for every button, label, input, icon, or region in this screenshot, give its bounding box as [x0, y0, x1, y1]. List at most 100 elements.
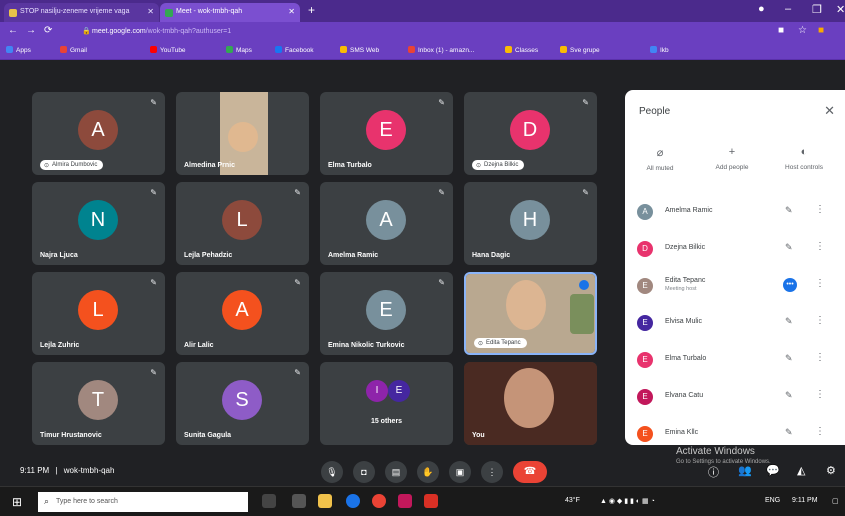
avatar: D: [637, 241, 653, 257]
bookmark[interactable]: Maps: [226, 46, 252, 54]
people-icon[interactable]: 👥: [738, 464, 752, 477]
participant-tile[interactable]: E ✎ Emina Nikolic Turkovic: [320, 272, 453, 355]
people-list-item[interactable]: D Dzejna Bilkic ✎ ⋮: [637, 235, 837, 271]
bookmark[interactable]: Classes: [505, 46, 538, 54]
mic-off-icon[interactable]: ✎: [785, 427, 793, 438]
back-icon[interactable]: ←: [8, 25, 18, 36]
participant-tile[interactable]: A ✎ Amelma Ramic: [320, 182, 453, 265]
people-list-item[interactable]: E Edita Tepanc Meeting host ••• ⋮: [637, 272, 837, 308]
end-call-button[interactable]: ☎: [513, 461, 547, 483]
close-tab-icon[interactable]: ✕: [147, 7, 154, 16]
participant-tile[interactable]: T ✎ Timur Hrustanovic: [32, 362, 165, 445]
captions-button[interactable]: ▤: [385, 461, 407, 483]
participant-name: Almedina Prnic: [184, 162, 235, 169]
new-tab-icon[interactable]: +: [308, 3, 315, 17]
bookmark[interactable]: Ikb: [650, 46, 669, 54]
bookmark[interactable]: Apps: [6, 46, 31, 54]
participant-tile[interactable]: L ✎ Lejla Pehadzic: [176, 182, 309, 265]
people-list-item[interactable]: E Elma Turbalo ✎ ⋮: [637, 346, 837, 382]
bookmark[interactable]: Facebook: [275, 46, 314, 54]
taskbar-clock[interactable]: 9:11 PM: [792, 497, 818, 504]
url-field[interactable]: 🔒 meet.google.com/wok-tmbh-qah?authuser=…: [78, 25, 738, 39]
self-video-tile[interactable]: You: [464, 362, 597, 445]
participant-name: Najra Ljuca: [40, 252, 78, 259]
participant-tile[interactable]: S ✎ Sunita Gagula: [176, 362, 309, 445]
camera-icon[interactable]: ■: [778, 25, 784, 36]
participant-tile[interactable]: N ✎ Najra Ljuca: [32, 182, 165, 265]
file-explorer-icon[interactable]: [318, 494, 332, 508]
more-options-icon[interactable]: ⋮: [815, 352, 825, 363]
bookmark[interactable]: YouTube: [150, 46, 186, 54]
people-list-item[interactable]: E Elvana Catu ✎ ⋮: [637, 383, 837, 419]
participant-tile-video-speaking[interactable]: ⊙ Edita Tepanc: [464, 272, 597, 355]
mic-off-icon: ⌀: [656, 147, 664, 159]
participant-tile[interactable]: H ✎ Hana Dagic: [464, 182, 597, 265]
more-options-button[interactable]: ⋮: [481, 461, 503, 483]
camera-button[interactable]: ◘: [353, 461, 375, 483]
more-options-icon[interactable]: ⋮: [815, 389, 825, 400]
mic-off-icon[interactable]: ✎: [785, 353, 793, 364]
chat-icon[interactable]: 💬: [766, 464, 780, 477]
app-icon[interactable]: [398, 494, 412, 508]
present-button[interactable]: ▣: [449, 461, 471, 483]
info-icon[interactable]: ⓘ: [708, 464, 719, 480]
add-people-button[interactable]: + Add people: [697, 146, 767, 171]
people-list-item[interactable]: E Emina Kllc ✎ ⋮: [637, 420, 837, 445]
bookmark[interactable]: Gmail: [60, 46, 87, 54]
more-options-icon[interactable]: ⋮: [815, 204, 825, 215]
close-icon[interactable]: ✕: [824, 103, 835, 119]
host-controls-button[interactable]: ◐ Host controls: [769, 146, 839, 171]
mic-off-icon: ✎: [438, 188, 445, 197]
bookmark[interactable]: Sve grupe: [560, 46, 600, 54]
maximize-icon[interactable]: ❐: [812, 3, 822, 16]
app-icon[interactable]: [424, 494, 438, 508]
people-list-item[interactable]: E Elvisa Mulic ✎ ⋮: [637, 309, 837, 345]
windows-start-icon[interactable]: ⊞: [12, 495, 22, 509]
system-tray-icons[interactable]: ▲ ◉ ◆ ▮ ▮ ◐ ▦ ◔: [600, 497, 655, 505]
lock-icon[interactable]: ⚙: [826, 464, 836, 477]
taskbar-search-input[interactable]: ⌕ Type here to search: [38, 492, 248, 512]
avatar: E: [637, 352, 653, 368]
activities-icon[interactable]: ◭: [797, 464, 805, 477]
edge-icon[interactable]: [346, 494, 360, 508]
mic-off-icon[interactable]: ✎: [785, 205, 793, 216]
extension-icon[interactable]: ■: [818, 25, 824, 36]
raise-hand-button[interactable]: ✋: [417, 461, 439, 483]
bookmark[interactable]: SMS Web: [340, 46, 379, 54]
notifications-icon[interactable]: ▢: [832, 497, 839, 505]
mic-off-icon[interactable]: ✎: [785, 316, 793, 327]
chrome-icon[interactable]: [372, 494, 386, 508]
participant-tile[interactable]: E ✎ Elma Turbalo: [320, 92, 453, 175]
more-options-icon[interactable]: ⋮: [815, 278, 825, 289]
cortana-icon[interactable]: [292, 494, 306, 508]
close-tab-icon[interactable]: ✕: [288, 7, 295, 16]
language-indicator[interactable]: ENG: [765, 497, 780, 504]
forward-icon[interactable]: →: [26, 25, 36, 36]
weather[interactable]: 43°F: [565, 497, 580, 504]
participant-tile[interactable]: D ✎ ⊙ Dzejna Bilkic: [464, 92, 597, 175]
profile-icon[interactable]: ●: [758, 3, 765, 15]
more-options-icon[interactable]: ⋮: [815, 241, 825, 252]
more-options-icon[interactable]: ⋮: [815, 426, 825, 437]
people-list-item[interactable]: A Amelma Ramic ✎ ⋮: [637, 198, 837, 234]
mic-off-icon[interactable]: ✎: [785, 390, 793, 401]
task-view-icon[interactable]: [262, 494, 276, 508]
pin-icon: ⊙: [478, 341, 484, 347]
others-tile[interactable]: I E 15 others: [320, 362, 453, 445]
star-icon[interactable]: ☆: [798, 25, 807, 36]
address-bar-row: ← → ⟳ 🔒 meet.google.com/wok-tmbh-qah?aut…: [0, 22, 845, 42]
minimize-icon[interactable]: –: [785, 3, 791, 15]
participant-tile[interactable]: A ✎ ⊙ Almira Dumbovic: [32, 92, 165, 175]
participant-tile[interactable]: A ✎ Alir Lalic: [176, 272, 309, 355]
all-muted-button[interactable]: ⌀ All muted: [625, 146, 695, 172]
close-window-icon[interactable]: ✕: [836, 3, 845, 16]
browser-tab-active[interactable]: Meet - wok-tmbh-qah ✕: [160, 3, 300, 22]
participant-tile[interactable]: L ✎ Lejla Zuhric: [32, 272, 165, 355]
participant-tile-video[interactable]: Almedina Prnic: [176, 92, 309, 175]
browser-tab[interactable]: STOP nasilju-zeneme vrijeme vaga ✕: [4, 3, 159, 22]
more-options-icon[interactable]: ⋮: [815, 315, 825, 326]
reload-icon[interactable]: ⟳: [44, 25, 52, 36]
microphone-button[interactable]: 🎙: [321, 461, 343, 483]
mic-off-icon[interactable]: ✎: [785, 242, 793, 253]
bookmark[interactable]: Inbox (1) - amazn...: [408, 46, 474, 54]
